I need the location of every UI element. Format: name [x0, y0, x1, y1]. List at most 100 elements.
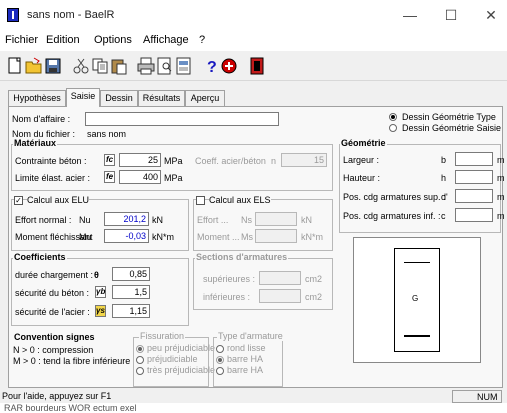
tab-hypotheses[interactable]: Hypothèses: [8, 90, 66, 106]
cdg-sup-input[interactable]: [455, 189, 493, 203]
minimize-button[interactable]: —: [395, 4, 425, 26]
page-setup-icon[interactable]: [175, 57, 193, 75]
maximize-button[interactable]: ☐: [436, 4, 466, 26]
hauteur-unit: m: [497, 173, 505, 183]
bottom-rebar-line: [404, 335, 430, 337]
effort-unit: kN: [152, 215, 163, 225]
cdg-inf-label: Pos. cdg armatures inf. :: [343, 211, 441, 221]
window-title: sans nom - BaelR: [27, 9, 115, 21]
save-icon[interactable]: [44, 57, 62, 75]
securite-beton-input[interactable]: 1,5: [112, 285, 150, 299]
menu-options[interactable]: Options: [94, 34, 132, 46]
saisie-panel: Nom d'affaire : Nom du fichier : sans no…: [8, 106, 505, 388]
cdg-inf-input[interactable]: [455, 208, 493, 222]
fissuration-opt3[interactable]: très préjudiciable: [147, 365, 215, 375]
sections-sup-unit: cm2: [305, 274, 323, 284]
svg-text:?: ?: [207, 59, 217, 75]
copy-icon[interactable]: [91, 57, 109, 75]
fichier-value: sans nom: [87, 129, 127, 139]
cdg-sup-unit: m: [497, 192, 505, 202]
sections-sup-input[interactable]: [259, 271, 301, 285]
app-icon: [7, 8, 19, 22]
acier-input[interactable]: 400: [119, 170, 161, 184]
moment-input[interactable]: -0,03: [104, 229, 149, 243]
tab-dessin[interactable]: Dessin: [100, 90, 138, 106]
hauteur-input[interactable]: [455, 170, 493, 184]
help-question-icon[interactable]: ?: [203, 57, 221, 75]
moment-unit: kN*m: [152, 232, 174, 242]
sections-inf-unit: cm2: [305, 292, 323, 302]
convention-title: Convention signes: [13, 332, 96, 342]
close-button[interactable]: ✕: [476, 4, 506, 26]
tab-saisie[interactable]: Saisie: [66, 88, 100, 107]
els-moment-input[interactable]: [255, 229, 297, 243]
ms-symbol: Ms: [241, 232, 253, 242]
print-preview-icon[interactable]: [156, 57, 174, 75]
gamma-b-symbol: γb: [95, 286, 106, 298]
largeur-input[interactable]: [455, 152, 493, 166]
fissuration-opt2[interactable]: préjudiciable: [147, 354, 198, 364]
beton-unit: MPa: [164, 156, 183, 166]
elu-title[interactable]: Calcul aux ELU: [27, 195, 90, 205]
dessin-saisie-radio[interactable]: [389, 124, 397, 132]
affaire-input[interactable]: [85, 112, 279, 126]
h-symbol: h: [441, 173, 447, 183]
armature-opt2[interactable]: barre HA: [227, 354, 263, 364]
menu-help[interactable]: ?: [199, 34, 205, 46]
menu-fichier[interactable]: Fichier: [5, 34, 38, 46]
fissuration-opt1[interactable]: peu préjudiciable: [147, 343, 215, 353]
num-label: NUM: [477, 392, 498, 402]
armature-radio-2[interactable]: [216, 356, 224, 364]
top-rebar-line: [404, 262, 430, 263]
dessin-saisie-label[interactable]: Dessin Géométrie Saisie: [402, 123, 501, 133]
beton-input[interactable]: 25: [119, 153, 161, 167]
fissuration-radio-3[interactable]: [136, 367, 144, 375]
convention-line2: M > 0 : tend la fibre inférieure: [13, 356, 131, 366]
acier-unit: MPa: [164, 173, 183, 183]
els-moment-label: Moment ...: [197, 232, 240, 242]
els-effort-input[interactable]: [255, 212, 297, 226]
fissuration-radio-1[interactable]: [136, 345, 144, 353]
els-checkbox[interactable]: [196, 196, 205, 205]
title-bar: sans nom - BaelR — ☐ ✕: [0, 0, 507, 31]
affaire-label: Nom d'affaire :: [12, 114, 71, 124]
elu-checkbox[interactable]: ✓: [14, 196, 23, 205]
menu-edition[interactable]: Edition: [46, 34, 80, 46]
sections-inf-input[interactable]: [259, 289, 301, 303]
calculate-icon[interactable]: [248, 57, 266, 75]
fissuration-radio-2[interactable]: [136, 356, 144, 364]
print-icon[interactable]: [137, 57, 155, 75]
app-window: sans nom - BaelR — ☐ ✕ Fichier Edition O…: [0, 0, 507, 413]
toolbar: ?: [0, 51, 507, 81]
menu-bar: Fichier Edition Options Affichage ?: [0, 31, 507, 51]
armature-opt3[interactable]: barre HA: [227, 365, 263, 375]
convention-line1: N > 0 : compression: [13, 345, 94, 355]
armature-radio-3[interactable]: [216, 367, 224, 375]
cut-icon[interactable]: [72, 57, 90, 75]
coeff-input[interactable]: 15: [281, 153, 327, 167]
materiaux-group: [11, 144, 333, 191]
gamma-s-symbol: γs: [95, 305, 106, 317]
context-help-icon[interactable]: [220, 57, 238, 75]
tab-resultats[interactable]: Résultats: [138, 90, 185, 106]
new-file-icon[interactable]: [6, 57, 24, 75]
els-title[interactable]: Calcul aux ELS: [209, 195, 271, 205]
armature-radio-1[interactable]: [216, 345, 224, 353]
armature-opt1[interactable]: rond lisse: [227, 343, 266, 353]
c-symbol: c: [441, 211, 446, 221]
dessin-type-label[interactable]: Dessin Géométrie Type: [402, 112, 496, 122]
open-folder-icon[interactable]: [25, 57, 43, 75]
dessin-type-radio[interactable]: [389, 113, 397, 121]
fe-symbol: fe: [104, 171, 115, 183]
duree-input[interactable]: 0,85: [112, 267, 150, 281]
menu-affichage[interactable]: Affichage: [143, 34, 189, 46]
ns-symbol: Ns: [241, 215, 252, 225]
tab-apercu[interactable]: Aperçu: [185, 90, 225, 106]
securite-acier-input[interactable]: 1,15: [112, 304, 150, 318]
paste-icon[interactable]: [110, 57, 128, 75]
materiaux-title: Matériaux: [13, 138, 58, 148]
effort-normal-input[interactable]: 201,2: [104, 212, 149, 226]
b-symbol: b: [441, 155, 447, 165]
type-armature-title: Type d'armature: [217, 331, 284, 341]
securite-acier-label: sécurité de l'acier :: [15, 307, 90, 317]
